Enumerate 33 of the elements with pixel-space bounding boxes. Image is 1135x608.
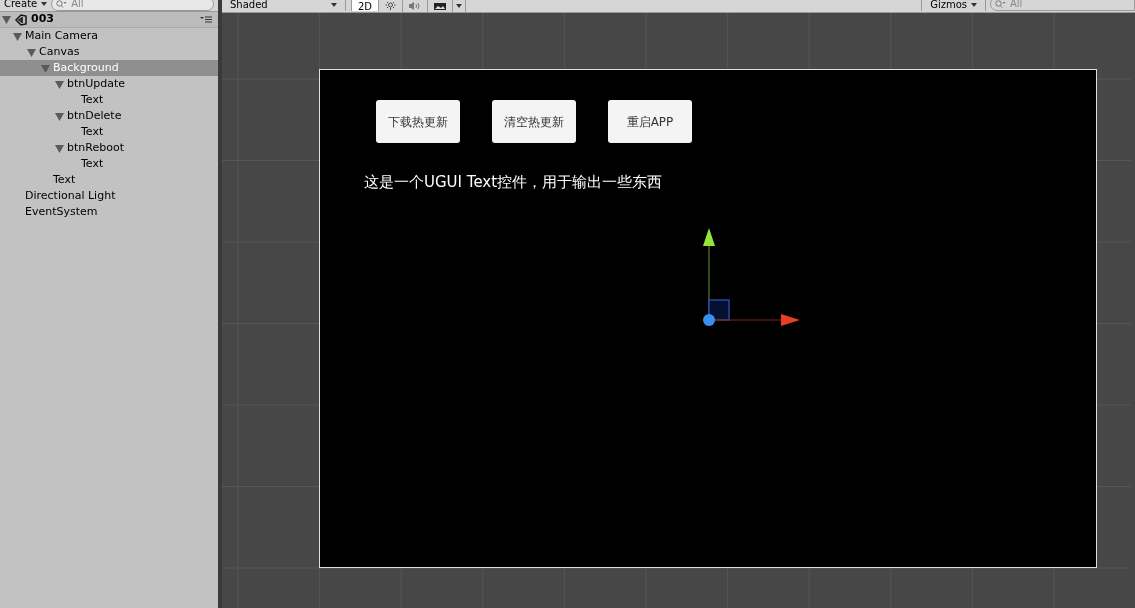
hierarchy-item[interactable]: Text — [0, 156, 218, 172]
image-icon[interactable] — [434, 2, 447, 10]
hierarchy-item[interactable]: Text — [0, 172, 218, 188]
hierarchy-item[interactable]: Canvas — [0, 44, 218, 60]
gizmos-dropdown[interactable]: Gizmos — [921, 0, 986, 11]
canvas-button[interactable]: 下载热更新 — [376, 100, 460, 143]
dropdown-arrow-icon — [971, 2, 977, 7]
dropdown-arrow-icon — [41, 2, 48, 6]
hierarchy-item[interactable]: Directional Light — [0, 188, 218, 204]
cube-logo-icon — [15, 13, 27, 26]
hierarchy-item[interactable]: btnUpdate — [0, 76, 218, 92]
create-button[interactable]: Create — [4, 0, 48, 9]
menu-icon[interactable] — [200, 16, 212, 23]
canvas-text: 这是一个UGUI Text控件，用于输出一些东西 — [364, 172, 664, 193]
speaker-icon[interactable] — [409, 2, 422, 10]
search-icon — [995, 0, 1006, 8]
mode-2d-toggle[interactable]: 2D — [351, 0, 380, 11]
hierarchy-item[interactable]: btnReboot — [0, 140, 218, 156]
scene-row[interactable]: 003 — [0, 12, 218, 28]
hierarchy-item[interactable]: Text — [0, 124, 218, 140]
sun-icon[interactable] — [385, 2, 397, 10]
canvas-button[interactable]: 重启APP — [608, 100, 692, 143]
search-icon — [56, 0, 68, 8]
shading-dropdown[interactable]: Shaded — [222, 0, 346, 11]
hierarchy-item[interactable]: btnDelete — [0, 108, 218, 124]
dropdown-arrow-icon[interactable] — [456, 4, 463, 8]
expanded-arrow-icon[interactable] — [55, 111, 64, 121]
expanded-arrow-icon[interactable] — [55, 143, 64, 153]
hierarchy-item[interactable]: Text — [0, 92, 218, 108]
canvas-button[interactable]: 清空热更新 — [492, 100, 576, 143]
hierarchy-item[interactable]: Main Camera — [0, 28, 218, 44]
dropdown-arrow-icon — [331, 2, 337, 7]
hierarchy-item[interactable]: EventSystem — [0, 204, 218, 220]
